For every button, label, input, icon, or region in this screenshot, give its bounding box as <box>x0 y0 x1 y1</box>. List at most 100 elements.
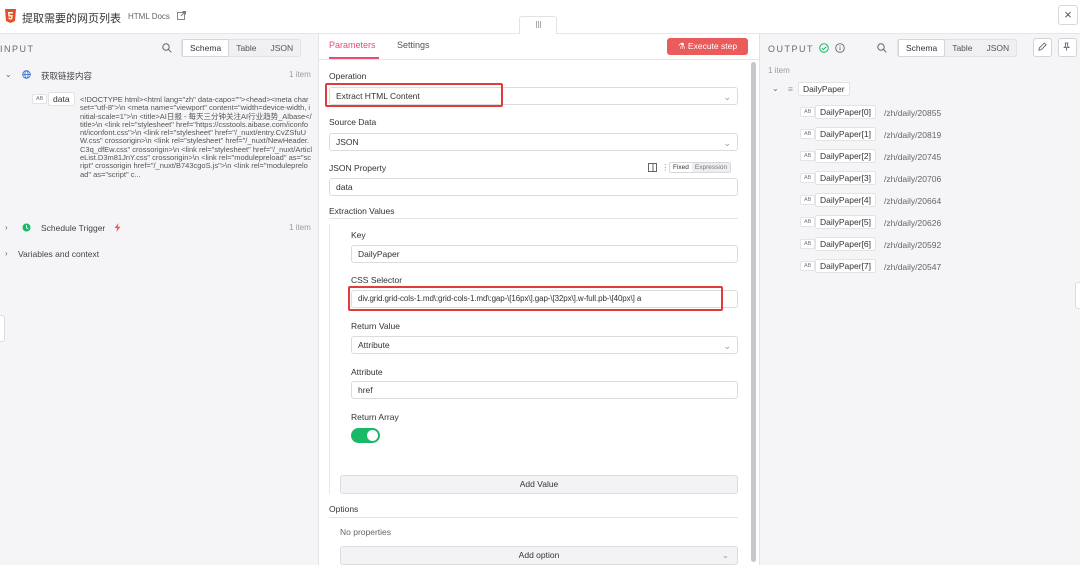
source-data-select[interactable]: JSON ⌄ <box>329 133 738 151</box>
return-array-toggle[interactable] <box>351 428 380 443</box>
external-link-icon[interactable] <box>177 11 186 20</box>
scrollbar[interactable] <box>751 62 756 562</box>
node-name-fetch[interactable]: 获取链接内容 <box>41 70 92 82</box>
add-option-button[interactable]: Add option ⌄ <box>340 546 738 565</box>
parameters-panel: Parameters Settings ⚗ Execute step Opera… <box>318 34 760 565</box>
string-type-tag: AB <box>800 217 816 227</box>
json-property-input[interactable]: data <box>329 178 738 196</box>
output-item-key[interactable]: DailyPaper[4] <box>815 193 877 207</box>
item-count: 1 item <box>289 223 311 232</box>
field-value-data: <!DOCTYPE html><html lang="zh" data-capo… <box>80 95 313 179</box>
output-item-key[interactable]: DailyPaper[3] <box>815 171 877 185</box>
section-divider <box>329 517 738 518</box>
output-item-value: /zh/daily/20855 <box>884 108 942 118</box>
output-view-tabs: Schema Table JSON <box>897 39 1018 57</box>
string-type-tag: AB <box>800 239 816 249</box>
json-property-label: JSON Property <box>329 163 387 173</box>
collapse-input-tab[interactable] <box>0 315 5 342</box>
tab-table[interactable]: Table <box>945 40 979 56</box>
variables-and-context[interactable]: Variables and context <box>18 249 99 259</box>
highlight-box <box>325 83 503 107</box>
chevron-down-icon: ⌄ <box>723 341 731 351</box>
output-root-key[interactable]: DailyPaper <box>798 82 850 96</box>
return-value-label: Return Value <box>351 321 400 331</box>
output-item-key[interactable]: DailyPaper[5] <box>815 215 877 229</box>
tab-settings[interactable]: Settings <box>397 40 430 50</box>
add-value-button[interactable]: Add Value <box>340 475 738 494</box>
section-divider <box>329 218 738 219</box>
item-count: 1 item <box>289 70 311 79</box>
string-type-tag: AB <box>800 107 816 117</box>
string-type-tag: AB <box>800 129 816 139</box>
output-item-key[interactable]: DailyPaper[1] <box>815 127 877 141</box>
tab-schema[interactable]: Schema <box>898 39 946 57</box>
info-icon[interactable] <box>835 43 845 53</box>
string-type-tag: AB <box>32 94 48 104</box>
tab-json[interactable]: JSON <box>264 40 301 56</box>
pin-icon <box>1063 42 1070 51</box>
collapse-output-tab[interactable] <box>1075 282 1080 309</box>
tab-divider <box>319 59 759 60</box>
array-icon: ≡ <box>788 84 793 94</box>
output-item-value: /zh/daily/20706 <box>884 174 942 184</box>
input-panel-label: INPUT <box>0 44 35 54</box>
extraction-values-label: Extraction Values <box>329 206 395 216</box>
edit-output-button[interactable] <box>1033 38 1052 57</box>
attribute-label: Attribute <box>351 367 383 377</box>
operation-label: Operation <box>329 71 367 81</box>
input-view-tabs: Schema Table JSON <box>181 39 302 57</box>
check-circle-icon <box>819 43 829 53</box>
mode-expression[interactable]: Expression <box>691 163 731 172</box>
output-item-key[interactable]: DailyPaper[7] <box>815 259 877 273</box>
string-type-tag: AB <box>800 151 816 161</box>
lightning-icon <box>114 223 121 232</box>
tab-table[interactable]: Table <box>229 40 263 56</box>
return-value-select[interactable]: Attribute ⌄ <box>351 336 738 354</box>
clock-icon <box>22 223 31 232</box>
search-icon[interactable] <box>162 43 172 53</box>
tab-json[interactable]: JSON <box>980 40 1017 56</box>
chevron-right-icon[interactable]: › <box>5 249 8 258</box>
close-button[interactable]: × <box>1058 5 1078 25</box>
output-panel: OUTPUT Schema Table JSON 1 item ⌄ ≡ Dail… <box>760 34 1080 565</box>
mode-fixed[interactable]: Fixed <box>670 163 692 172</box>
chevron-down-icon[interactable]: ⌄ <box>772 84 779 93</box>
key-input[interactable]: DailyPaper <box>351 245 738 263</box>
chevron-down-icon: ⌄ <box>721 550 729 560</box>
node-type-link[interactable]: HTML Docs <box>128 12 170 21</box>
pencil-icon <box>1038 42 1047 51</box>
source-data-label: Source Data <box>329 117 377 127</box>
search-icon[interactable] <box>877 43 887 53</box>
chevron-right-icon[interactable]: › <box>5 223 8 232</box>
pin-output-button[interactable] <box>1058 38 1077 57</box>
output-item-value: /zh/daily/20745 <box>884 152 942 162</box>
output-item-key[interactable]: DailyPaper[0] <box>815 105 877 119</box>
output-item-value: /zh/daily/20626 <box>884 218 942 228</box>
output-item-value: /zh/daily/20592 <box>884 240 942 250</box>
tab-parameters[interactable]: Parameters <box>329 40 376 50</box>
output-item-key[interactable]: DailyPaper[2] <box>815 149 877 163</box>
flask-icon: ⚗ <box>677 41 686 51</box>
tab-schema[interactable]: Schema <box>182 39 230 57</box>
header: 提取需要的网页列表 HTML Docs × <box>0 0 1080 35</box>
chevron-down-icon: ⌄ <box>723 92 731 102</box>
key-label: Key <box>351 230 366 240</box>
panel-drag-handle[interactable] <box>519 16 557 35</box>
chevron-down-icon[interactable]: ⌄ <box>5 70 12 79</box>
output-item-value: /zh/daily/20547 <box>884 262 942 272</box>
input-panel: INPUT Schema Table JSON ⌄ 获取链接内容 1 item … <box>0 34 318 565</box>
output-item-key[interactable]: DailyPaper[6] <box>815 237 877 251</box>
attribute-input[interactable]: href <box>351 381 738 399</box>
globe-icon <box>22 70 31 79</box>
highlight-box <box>348 286 723 311</box>
page-title: 提取需要的网页列表 <box>22 13 121 25</box>
css-selector-label: CSS Selector <box>351 275 403 285</box>
panel-icon[interactable] <box>648 163 657 172</box>
string-type-tag: AB <box>800 195 816 205</box>
string-type-tag: AB <box>800 261 816 271</box>
execute-step-button[interactable]: ⚗ Execute step <box>667 38 748 55</box>
output-item-count: 1 item <box>768 66 790 75</box>
node-name-schedule-trigger[interactable]: Schedule Trigger <box>41 223 105 233</box>
field-key-data[interactable]: data <box>48 92 75 106</box>
chevron-down-icon: ⌄ <box>723 138 731 148</box>
